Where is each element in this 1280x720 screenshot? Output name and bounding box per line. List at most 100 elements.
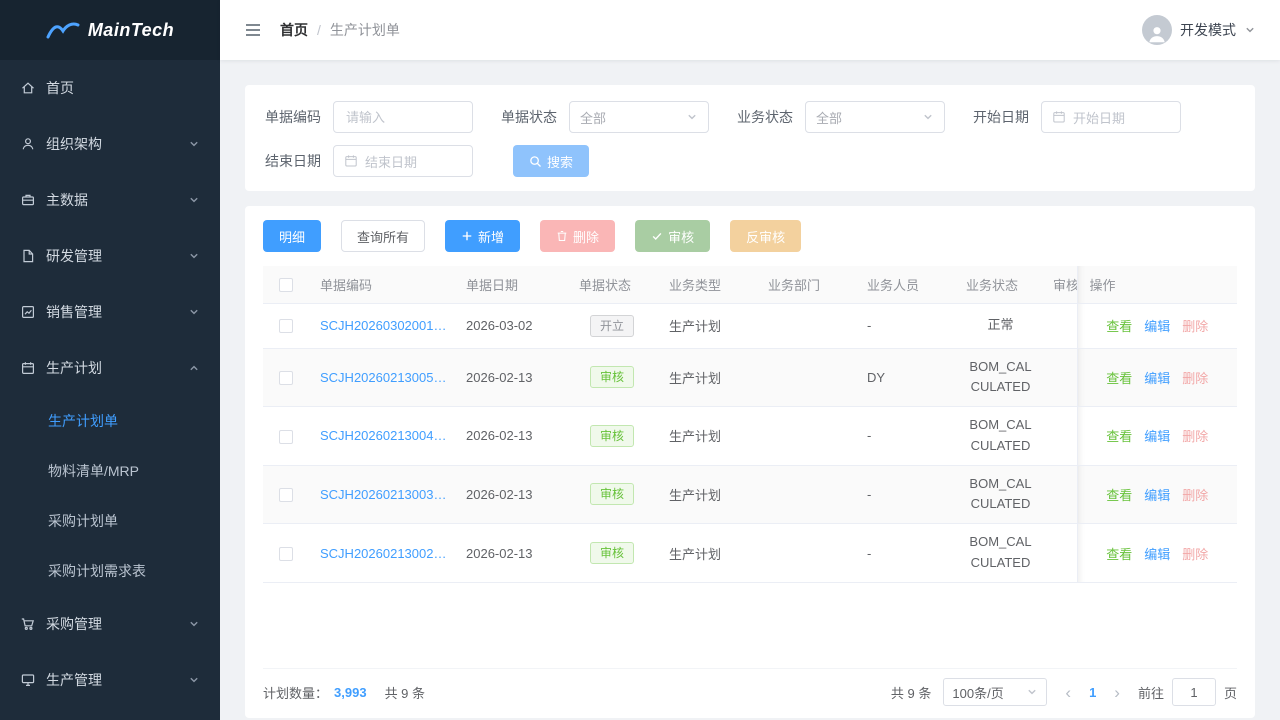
query-all-button[interactable]: 查询所有 [341,220,425,252]
delete-link[interactable]: 删除 [1182,488,1208,503]
app-root: MainTech 首页 组织架构 主数据 研发管理 [0,0,1280,720]
view-link[interactable]: 查看 [1106,371,1132,386]
field-biz-status: 业务状态 全部 [737,101,945,133]
row-checkbox[interactable] [279,547,293,561]
delete-link[interactable]: 删除 [1182,371,1208,386]
sidebar-item-production-plan-order[interactable]: 生产计划单 [0,396,220,446]
end-date-placeholder: 结束日期 [365,152,417,171]
next-page-button[interactable]: › [1108,684,1126,701]
doc-code-link[interactable]: SCJH20260213003… [320,487,446,502]
biz-status-select[interactable]: 全部 [805,101,945,133]
sidebar-item-masterdata[interactable]: 主数据 [0,172,220,228]
row-checkbox[interactable] [279,319,293,333]
chevron-down-icon [188,250,200,262]
sidebar-item-purchase-plan-demand[interactable]: 采购计划需求表 [0,546,220,596]
monitor-icon [20,672,36,688]
calendar-icon [344,154,358,168]
edit-link[interactable]: 编辑 [1144,488,1170,503]
sidebar: MainTech 首页 组织架构 主数据 研发管理 [0,0,220,720]
delete-link[interactable]: 删除 [1182,547,1208,562]
doc-code-input[interactable] [333,101,473,133]
doc-status-select[interactable]: 全部 [569,101,709,133]
search-icon [529,155,542,168]
doc-code-link[interactable]: SCJH20260213002… [320,546,446,561]
plan-qty-label: 计划数量： [263,683,328,702]
row-checkbox[interactable] [279,371,293,385]
prev-page-button[interactable]: ‹ [1059,684,1077,701]
edit-link[interactable]: 编辑 [1144,371,1170,386]
delete-link[interactable]: 删除 [1182,319,1208,334]
search-button[interactable]: 搜索 [513,145,589,177]
sidebar-item-label: 首页 [46,78,74,98]
delete-link[interactable]: 删除 [1182,429,1208,444]
cart-icon [20,616,36,632]
goto-page-input[interactable] [1172,678,1216,706]
delete-button[interactable]: 删除 [540,220,615,252]
select-all-checkbox[interactable] [279,278,293,292]
hamburger-menu-icon[interactable] [244,21,262,39]
calendar-icon [1052,110,1066,124]
row-checkbox[interactable] [279,488,293,502]
start-date-input[interactable]: 开始日期 [1041,101,1181,133]
user-menu[interactable]: 开发模式 [1142,15,1256,45]
sidebar-item-bom-mrp[interactable]: 物料清单/MRP [0,446,220,496]
edit-link[interactable]: 编辑 [1144,319,1170,334]
plus-icon [461,230,473,242]
doc-date-cell: 2026-02-13 [454,524,567,583]
doc-date-cell: 2026-02-13 [454,465,567,524]
header-biz-person: 业务人员 [855,266,954,303]
current-page[interactable]: 1 [1081,685,1104,700]
chevron-down-icon [922,111,934,123]
biz-type-cell: 生产计划 [657,524,756,583]
doc-status-tag: 开立 [590,315,634,337]
biz-status-label: 业务状态 [737,107,793,127]
table-header-row: 单据编码 单据日期 单据状态 业务类型 业务部门 业务人员 业务状态 审核 操作 [263,266,1237,303]
table-row: SCJH20260213002… 2026-02-13 审核 生产计划 - BO… [263,524,1237,583]
breadcrumb-current: 生产计划单 [330,20,400,40]
filter-row-1: 单据编码 单据状态 全部 业务状态 全部 [265,101,1235,133]
page-unit-label: 页 [1224,683,1237,702]
table-row: SCJH20260213003… 2026-02-13 审核 生产计划 - BO… [263,465,1237,524]
header-biz-status: 业务状态 [954,266,1047,303]
sidebar-item-purchase-plan-order[interactable]: 采购计划单 [0,496,220,546]
goto-label: 前往 [1138,683,1164,702]
view-link[interactable]: 查看 [1106,429,1132,444]
view-link[interactable]: 查看 [1106,488,1132,503]
edit-link[interactable]: 编辑 [1144,429,1170,444]
header-biz-type: 业务类型 [657,266,756,303]
audit-button[interactable]: 审核 [635,220,710,252]
sidebar-item-purchasing[interactable]: 采购管理 [0,596,220,652]
doc-code-link[interactable]: SCJH20260302001… [320,318,446,333]
sidebar-item-production-plan[interactable]: 生产计划 [0,340,220,396]
chevron-down-icon [188,306,200,318]
add-button[interactable]: 新增 [445,220,520,252]
doc-status-tag: 审核 [590,483,634,505]
user-icon [20,136,36,152]
doc-date-cell: 2026-03-02 [454,303,567,348]
view-link[interactable]: 查看 [1106,547,1132,562]
edit-link[interactable]: 编辑 [1144,547,1170,562]
brand-logo: MainTech [0,0,220,60]
doc-code-link[interactable]: SCJH20260213004… [320,428,446,443]
header-actions: 操作 [1077,266,1237,303]
total-count-left: 共 9 条 [385,683,425,702]
breadcrumb-home[interactable]: 首页 [280,20,308,40]
page-content: 单据编码 单据状态 全部 业务状态 全部 [220,60,1280,720]
doc-status-tag: 审核 [590,542,634,564]
doc-code-link[interactable]: SCJH20260213005… [320,370,446,385]
view-link[interactable]: 查看 [1106,319,1132,334]
delete-button-label: 删除 [573,227,599,246]
end-date-input[interactable]: 结束日期 [333,145,473,177]
sidebar-item-rnd[interactable]: 研发管理 [0,228,220,284]
unaudit-button[interactable]: 反审核 [730,220,801,252]
row-checkbox[interactable] [279,430,293,444]
field-doc-code: 单据编码 [265,101,473,133]
sidebar-item-sales[interactable]: 销售管理 [0,284,220,340]
breadcrumb-separator: / [317,22,321,38]
detail-button[interactable]: 明细 [263,220,321,252]
sidebar-item-org[interactable]: 组织架构 [0,116,220,172]
sidebar-item-home[interactable]: 首页 [0,60,220,116]
page-size-select[interactable]: 100条/页 [943,678,1047,706]
filter-row-2: 结束日期 结束日期 搜索 [265,145,1235,177]
sidebar-item-manufacturing[interactable]: 生产管理 [0,652,220,708]
